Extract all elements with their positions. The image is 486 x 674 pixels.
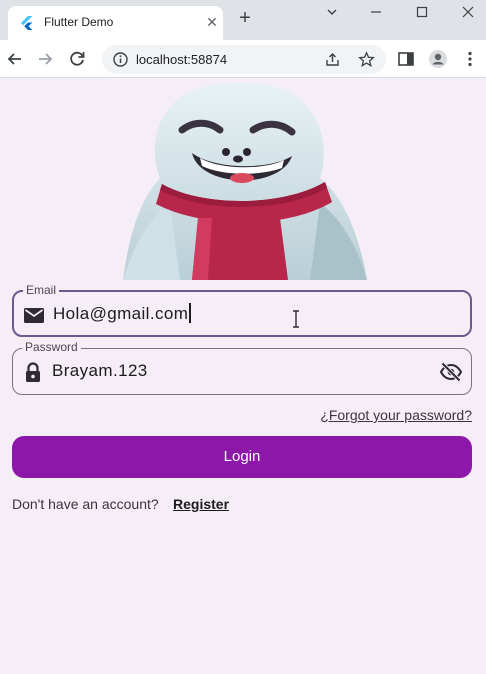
share-icon[interactable] — [324, 51, 341, 68]
mail-icon — [24, 308, 44, 323]
window-close-icon[interactable] — [458, 2, 478, 22]
profile-avatar-icon[interactable] — [428, 49, 448, 69]
minimize-icon[interactable] — [366, 2, 386, 22]
yeti-mascot-illustration — [123, 82, 367, 280]
bookmark-star-icon[interactable] — [358, 51, 375, 68]
lock-icon — [26, 362, 40, 382]
tab-title: Flutter Demo — [44, 15, 114, 29]
back-icon[interactable] — [4, 48, 26, 70]
visibility-off-icon[interactable] — [439, 360, 463, 384]
forward-icon[interactable] — [34, 48, 56, 70]
forgot-password-link[interactable]: ¿Forgot your password? — [320, 407, 472, 423]
reload-icon[interactable] — [66, 48, 88, 70]
tab-strip: Flutter Demo ✕ + — [0, 0, 486, 40]
password-field[interactable]: Password Brayam.123 — [12, 340, 472, 395]
flutter-logo-icon — [21, 16, 33, 30]
tab-flutter-demo[interactable]: Flutter Demo ✕ — [8, 6, 223, 40]
maximize-icon[interactable] — [412, 2, 432, 22]
new-tab-icon[interactable]: + — [235, 8, 255, 28]
side-panel-icon[interactable] — [396, 49, 416, 69]
text-caret — [189, 303, 191, 323]
no-account-text: Don't have an account? — [12, 496, 159, 512]
info-icon[interactable] — [112, 51, 129, 68]
email-field[interactable]: Email Hola@gmail.com — [12, 283, 472, 337]
tab-search-icon[interactable] — [322, 2, 342, 22]
url-text[interactable]: localhost:58874 — [136, 52, 227, 67]
password-input[interactable]: Brayam.123 — [52, 361, 148, 381]
login-button[interactable]: Login — [12, 436, 472, 478]
email-label: Email — [23, 283, 60, 297]
text-cursor-icon — [293, 310, 299, 328]
address-bar[interactable]: localhost:58874 — [102, 45, 386, 74]
register-link[interactable]: Register — [173, 496, 229, 512]
browser-toolbar: localhost:58874 — [0, 40, 486, 78]
email-input[interactable]: Hola@gmail.com — [53, 303, 191, 324]
more-menu-icon[interactable] — [460, 49, 480, 69]
close-icon[interactable]: ✕ — [204, 14, 220, 30]
password-label: Password — [22, 340, 81, 354]
